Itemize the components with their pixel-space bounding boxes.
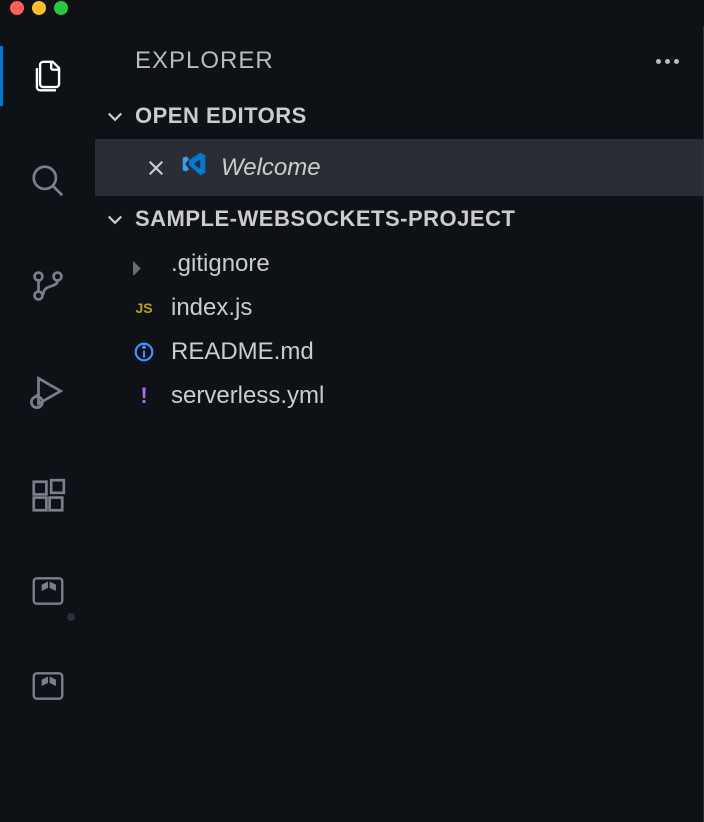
git-branch-icon	[29, 267, 67, 305]
more-actions-button[interactable]	[652, 55, 683, 68]
search-icon	[29, 162, 67, 200]
search-tab[interactable]	[0, 151, 95, 211]
terraform-tab[interactable]	[0, 656, 95, 716]
run-debug-tab[interactable]	[0, 361, 95, 421]
sidebar-title: EXPLORER	[135, 47, 274, 75]
maximize-window-button[interactable]	[54, 1, 68, 15]
extensions-tab[interactable]	[0, 466, 95, 526]
file-gitignore[interactable]: .gitignore	[95, 242, 703, 286]
yaml-file-icon: !	[131, 385, 157, 407]
explorer-tab[interactable]	[0, 46, 95, 106]
vscode-icon	[179, 149, 209, 186]
title-bar	[0, 0, 704, 26]
open-editors-section[interactable]: OPEN EDITORS	[95, 93, 703, 139]
file-index-js[interactable]: JS index.js	[95, 286, 703, 330]
git-file-icon	[131, 253, 157, 275]
open-editors-label: OPEN EDITORS	[135, 103, 307, 129]
sidebar-header: EXPLORER	[95, 27, 703, 93]
extensions-icon	[29, 477, 67, 515]
close-editor-button[interactable]	[145, 157, 167, 179]
project-section[interactable]: SAMPLE-WEBSOCKETS-PROJECT	[95, 196, 703, 242]
vscode-window: EXPLORER OPEN EDITORS	[0, 0, 704, 822]
window-controls	[10, 1, 68, 15]
js-file-icon: JS	[131, 297, 157, 319]
files-icon	[29, 57, 67, 95]
dot-icon	[674, 59, 679, 64]
file-readme[interactable]: README.md	[95, 330, 703, 374]
source-control-tab[interactable]	[0, 256, 95, 316]
editor-label: Welcome	[221, 154, 321, 182]
activity-bar	[0, 26, 95, 822]
chevron-down-icon	[105, 106, 125, 126]
terraform-icon	[29, 667, 67, 705]
status-indicator-icon	[65, 611, 77, 623]
explorer-sidebar: EXPLORER OPEN EDITORS	[95, 26, 703, 822]
main-body: EXPLORER OPEN EDITORS	[0, 26, 704, 822]
open-editor-welcome[interactable]: Welcome	[95, 139, 703, 196]
chevron-down-icon	[105, 209, 125, 229]
svg-text:!: !	[140, 385, 147, 407]
terraform-cloud-tab[interactable]	[0, 561, 95, 621]
file-name: serverless.yml	[171, 382, 324, 410]
minimize-window-button[interactable]	[32, 1, 46, 15]
dot-icon	[665, 59, 670, 64]
run-debug-icon	[29, 372, 67, 410]
project-label: SAMPLE-WEBSOCKETS-PROJECT	[135, 206, 515, 232]
terraform-icon	[29, 572, 67, 610]
file-name: README.md	[171, 338, 314, 366]
file-name: index.js	[171, 294, 252, 322]
info-file-icon	[131, 341, 157, 363]
file-serverless-yml[interactable]: ! serverless.yml	[95, 374, 703, 418]
close-window-button[interactable]	[10, 1, 24, 15]
file-name: .gitignore	[171, 250, 270, 278]
dot-icon	[656, 59, 661, 64]
